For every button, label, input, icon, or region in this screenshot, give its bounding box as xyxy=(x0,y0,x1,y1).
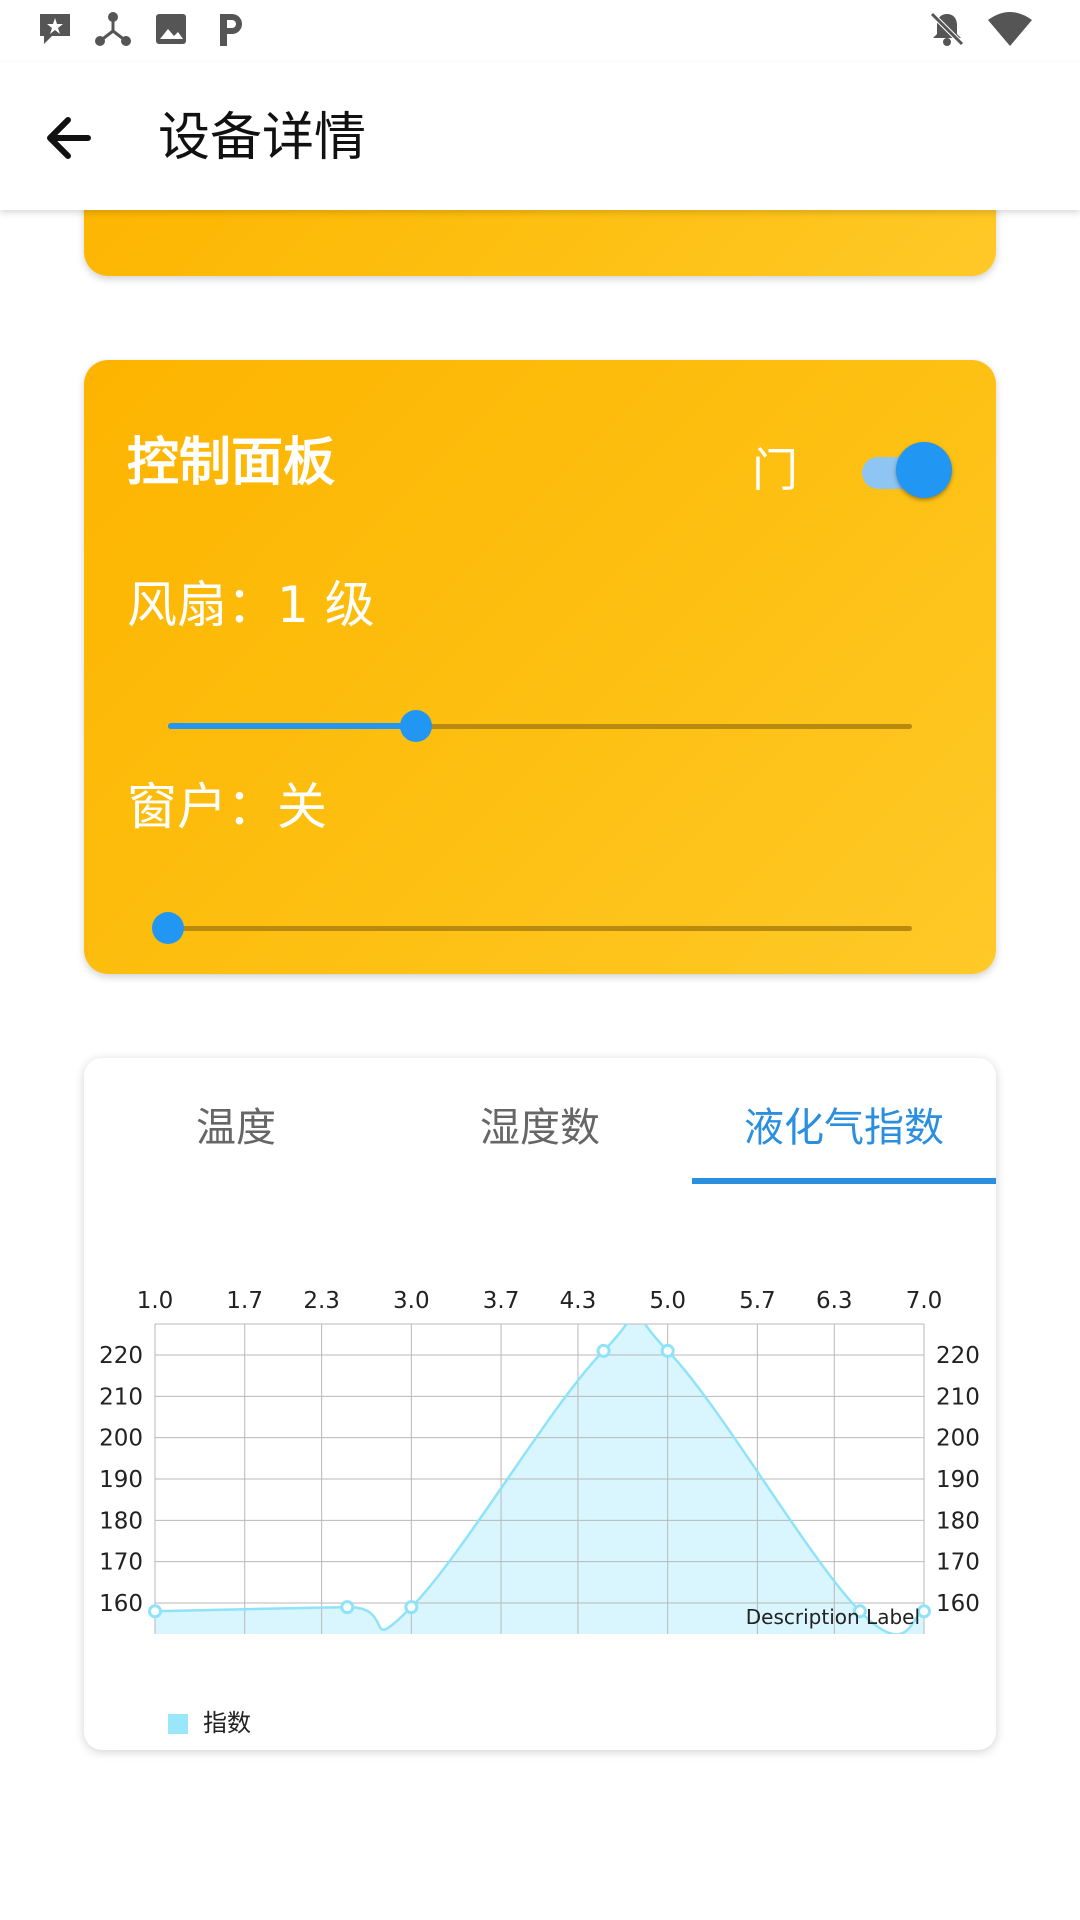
x-tick-label: 1.0 xyxy=(137,1288,174,1314)
control-panel-title: 控制面板 xyxy=(127,433,336,493)
page-title: 设备详情 xyxy=(158,108,367,168)
data-point xyxy=(917,1604,931,1619)
x-tick-label: 3.7 xyxy=(483,1288,520,1314)
fan-slider-active xyxy=(168,723,416,729)
data-point xyxy=(660,1343,675,1358)
y-tick-label-left: 190 xyxy=(99,1467,143,1493)
x-tick-label: 5.0 xyxy=(649,1288,686,1314)
wifi-icon xyxy=(988,12,1032,46)
fan-slider[interactable] xyxy=(168,706,912,746)
fan-label: 风扇：1 级 xyxy=(127,576,375,634)
door-switch-thumb[interactable] xyxy=(896,442,952,498)
data-point xyxy=(148,1604,162,1619)
x-tick-label: 5.7 xyxy=(739,1288,776,1314)
data-point xyxy=(596,1343,611,1358)
y-tick-label-left: 200 xyxy=(99,1426,143,1452)
y-tick-label-left: 180 xyxy=(99,1508,143,1534)
data-point xyxy=(404,1600,419,1615)
legend-label: 指数 xyxy=(203,1709,251,1737)
door-label: 门 xyxy=(752,443,798,497)
share-nodes-icon xyxy=(95,12,131,46)
window-slider-track xyxy=(168,926,912,931)
y-tick-label-right: 190 xyxy=(936,1467,980,1493)
app-bar: 设备详情 xyxy=(0,62,1080,210)
tab-lpg-index[interactable]: 液化气指数 xyxy=(692,1098,996,1158)
arrow-left-icon[interactable] xyxy=(40,110,100,166)
x-tick-label: 1.7 xyxy=(226,1288,263,1314)
window-label: 窗户：关 xyxy=(127,778,327,836)
y-tick-label-left: 170 xyxy=(99,1550,143,1576)
y-tick-label-right: 200 xyxy=(936,1426,980,1452)
status-bar xyxy=(0,0,1080,62)
fan-slider-thumb[interactable] xyxy=(399,710,432,742)
x-tick-label: 3.0 xyxy=(393,1288,430,1314)
control-panel-card: 控制面板 门 风扇：1 级 窗户：关 xyxy=(84,360,996,974)
tab-temperature[interactable]: 温度 xyxy=(84,1098,388,1158)
y-tick-label-right: 160 xyxy=(936,1591,980,1617)
tab-indicator xyxy=(692,1178,996,1184)
window-slider-thumb[interactable] xyxy=(152,912,184,944)
data-point xyxy=(340,1600,355,1615)
tab-humidity[interactable]: 湿度数 xyxy=(388,1098,692,1158)
image-icon xyxy=(156,14,186,44)
y-tick-label-left: 220 xyxy=(99,1343,143,1369)
description-label: Description Label xyxy=(746,1605,920,1629)
lpg-index-chart: 1.0 1.7 2.3 3.0 3.7 4.3 5.0 5.7 6.3 7.0 160 160 170 1… xyxy=(99,1288,980,1634)
y-tick-label-right: 170 xyxy=(936,1550,980,1576)
x-tick-label: 7.0 xyxy=(906,1288,943,1314)
legend-swatch xyxy=(168,1714,188,1734)
x-tick-label: 2.3 xyxy=(303,1288,340,1314)
chat-star-icon xyxy=(40,14,70,44)
y-tick-label-left: 160 xyxy=(99,1591,143,1617)
y-tick-label-right: 180 xyxy=(936,1508,980,1534)
y-tick-label-right: 210 xyxy=(936,1384,980,1410)
x-tick-label: 6.3 xyxy=(816,1288,853,1314)
y-tick-label-right: 220 xyxy=(936,1343,980,1369)
door-switch[interactable] xyxy=(862,442,952,498)
x-tick-label: 4.3 xyxy=(560,1288,597,1314)
chart-tabs: 温度 湿度数 液化气指数 xyxy=(84,1058,996,1186)
window-slider[interactable] xyxy=(152,908,912,948)
series-area xyxy=(155,1324,924,1634)
chart-card: 温度 湿度数 液化气指数 1.0 1.7 2.3 3.0 3.7 4.3 5.0 5.7 6.3… xyxy=(84,1058,996,1750)
y-tick-label-left: 210 xyxy=(99,1384,143,1410)
bell-off-icon xyxy=(930,12,964,46)
parking-icon xyxy=(220,14,242,46)
